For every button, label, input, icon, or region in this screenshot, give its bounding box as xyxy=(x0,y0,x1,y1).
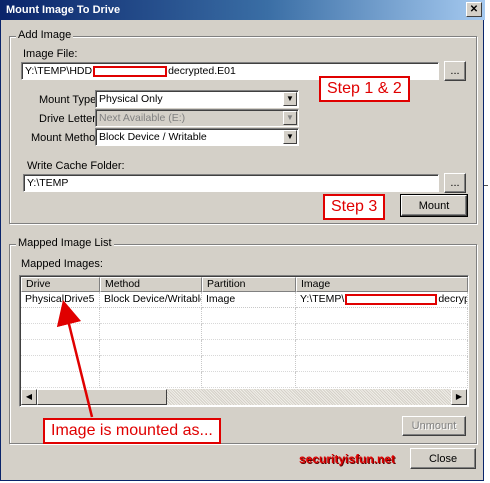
write-cache-value: Y:\TEMP xyxy=(27,177,69,189)
unmount-button: Unmount xyxy=(402,416,466,436)
cell-method: Block Device/Writable xyxy=(100,292,202,308)
image-file-label: Image File: xyxy=(23,48,78,60)
table-row[interactable]: PhysicalDrive5 Block Device/Writable Ima… xyxy=(21,292,468,308)
drive-letter-label: Drive Letter: xyxy=(39,113,99,125)
empty-grid-row xyxy=(21,356,468,372)
redacted-box xyxy=(345,293,438,305)
drive-letter-select: Next Available (E:) ▼ xyxy=(95,109,299,127)
column-partition[interactable]: Partition xyxy=(202,277,296,292)
column-image[interactable]: Image xyxy=(296,277,468,292)
cell-image-prefix: Y:\TEMP\ xyxy=(300,293,345,305)
empty-grid-row xyxy=(21,372,468,388)
cell-drive: PhysicalDrive5 xyxy=(21,292,100,308)
mapped-images-label: Mapped Images: xyxy=(21,258,103,270)
write-cache-input[interactable]: Y:\TEMP xyxy=(23,174,439,192)
column-method[interactable]: Method xyxy=(100,277,202,292)
scroll-right-icon[interactable]: ▶ xyxy=(451,389,467,405)
cell-partition: Image xyxy=(202,292,296,308)
mount-type-value: Physical Only xyxy=(99,93,163,105)
empty-grid-row xyxy=(21,324,468,340)
close-icon[interactable]: ✕ xyxy=(466,2,482,17)
edge-mark xyxy=(484,185,488,186)
mount-image-dialog: Mount Image To Drive ✕ Add Image Image F… xyxy=(0,0,485,481)
mount-method-select[interactable]: Block Device / Writable ▼ xyxy=(95,128,299,146)
column-drive[interactable]: Drive xyxy=(21,277,100,292)
image-file-suffix: decrypted.E01 xyxy=(168,65,236,77)
empty-grid-row xyxy=(21,308,468,324)
mount-button[interactable]: Mount xyxy=(400,194,468,217)
redacted-box xyxy=(93,65,168,77)
write-cache-browse-button[interactable]: ... xyxy=(444,173,466,193)
cell-image-suffix: decrypt xyxy=(438,293,467,305)
horizontal-scrollbar[interactable]: ◀ ▶ xyxy=(21,389,467,405)
mount-type-select[interactable]: Physical Only ▼ xyxy=(95,90,299,108)
mount-type-label: Mount Type: xyxy=(39,94,100,106)
mount-method-value: Block Device / Writable xyxy=(99,131,207,143)
cell-image: Y:\TEMP\ decrypt xyxy=(296,292,468,308)
image-file-prefix: Y:\TEMP\HDD xyxy=(25,65,93,77)
mapped-image-legend: Mapped Image List xyxy=(16,237,114,249)
mount-method-label: Mount Method: xyxy=(31,132,105,144)
image-file-browse-button[interactable]: ... xyxy=(444,61,466,81)
chevron-down-icon[interactable]: ▼ xyxy=(283,130,297,144)
close-button[interactable]: Close xyxy=(410,448,476,469)
scroll-thumb[interactable] xyxy=(37,389,167,405)
watermark-text: securityisfun.net xyxy=(299,452,396,466)
add-image-legend: Add Image xyxy=(16,29,74,41)
list-header: Drive Method Partition Image xyxy=(21,277,468,292)
scroll-left-icon[interactable]: ◀ xyxy=(21,389,37,405)
write-cache-label: Write Cache Folder: xyxy=(27,160,125,172)
mounted-as-callout: Image is mounted as... xyxy=(43,418,221,444)
step-1-2-callout: Step 1 & 2 xyxy=(319,76,410,102)
chevron-down-icon: ▼ xyxy=(283,111,297,125)
step-3-callout: Step 3 xyxy=(323,194,386,220)
empty-grid-row xyxy=(21,340,468,356)
chevron-down-icon[interactable]: ▼ xyxy=(283,92,297,106)
title-bar: Mount Image To Drive ✕ xyxy=(1,0,485,20)
drive-letter-value: Next Available (E:) xyxy=(99,112,186,124)
mapped-images-list[interactable]: Drive Method Partition Image PhysicalDri… xyxy=(19,275,469,407)
window-title: Mount Image To Drive xyxy=(6,4,121,16)
